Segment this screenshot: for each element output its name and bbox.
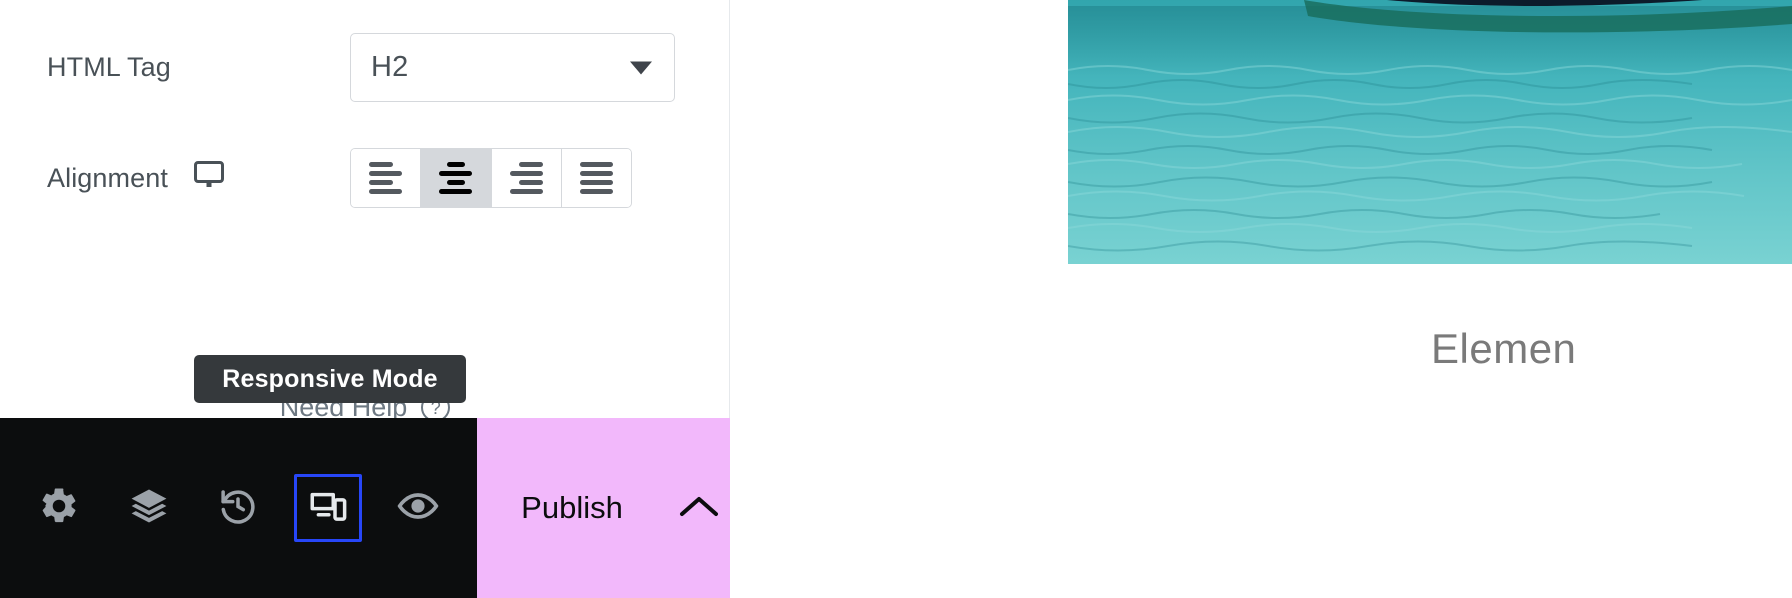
html-tag-select[interactable]: H2 [350, 33, 675, 102]
history-revert-icon [217, 485, 259, 532]
publish-button-label: Publish [521, 490, 623, 525]
alignment-option-align-center[interactable] [421, 149, 492, 207]
control-row-html-tag: HTML Tag H2 [0, 33, 729, 102]
preview-heading: Elemen [1431, 325, 1576, 373]
toolbar-button-settings[interactable] [25, 474, 93, 542]
tooltip-text: Responsive Mode [222, 364, 438, 393]
chevron-up-icon [679, 493, 719, 524]
alignment-option-align-right[interactable] [491, 149, 562, 207]
align-left-icon [369, 162, 403, 194]
align-right-icon [509, 162, 543, 194]
alignment-option-align-justify[interactable] [561, 149, 631, 207]
toolbar-button-preview[interactable] [384, 474, 452, 542]
html-tag-label-text: HTML Tag [47, 52, 171, 82]
preview-heading-text: Elemen [1431, 325, 1577, 372]
alignment-label-text: Alignment [47, 162, 168, 193]
toolbar-icon-group [0, 418, 477, 598]
navigator-layers-icon [127, 484, 171, 533]
align-justify-icon [579, 162, 613, 194]
toolbar-button-history[interactable] [204, 474, 272, 542]
alignment-label: Alignment [0, 160, 350, 196]
publish-button[interactable]: Publish [477, 418, 667, 598]
settings-icon [38, 485, 80, 532]
preview-eye-icon [396, 484, 440, 533]
alignment-choices-group [350, 148, 632, 208]
editor-bottom-toolbar: Publish [0, 418, 730, 598]
alignment-option-align-left[interactable] [351, 149, 422, 207]
toolbar-button-responsive-mode[interactable] [294, 474, 363, 542]
control-row-alignment: Alignment [0, 148, 729, 208]
responsive-mode-tooltip: Responsive Mode [194, 355, 466, 403]
elementor-editor-screen: HTML Tag H2 Alignment Need Help ? Respon… [0, 0, 1792, 598]
publish-options-button[interactable] [667, 418, 730, 598]
chevron-down-icon [630, 61, 652, 74]
html-tag-label: HTML Tag [0, 52, 350, 83]
hero-image [1068, 0, 1792, 264]
toolbar-button-navigator[interactable] [115, 474, 183, 542]
desktop-monitor-icon[interactable] [193, 160, 224, 196]
page-preview-canvas: Elemen [731, 0, 1792, 598]
align-center-icon [439, 162, 473, 194]
html-tag-select-value: H2 [371, 51, 409, 83]
responsive-mode-icon [307, 485, 349, 532]
